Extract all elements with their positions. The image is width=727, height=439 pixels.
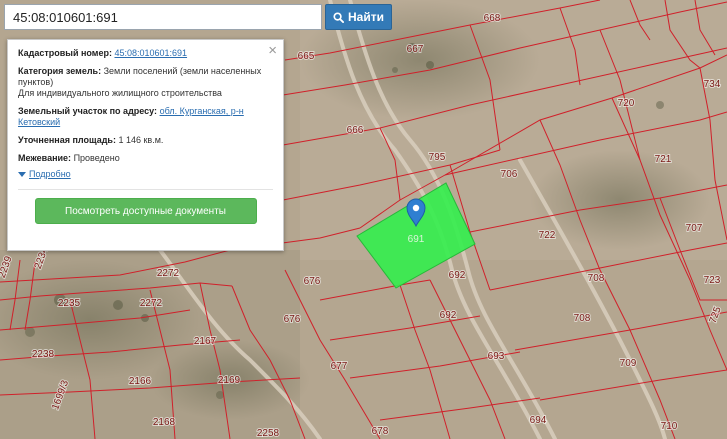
search-input[interactable] [4, 4, 322, 30]
survey-row: Межевание: Проведено [18, 153, 273, 164]
parcel-info-panel: × Кадастровый номер: 45:08:010601:691 Ка… [7, 39, 284, 251]
parcel-number-label: 721 [655, 154, 672, 165]
parcel-number-label: 678 [372, 426, 389, 437]
search-icon [333, 11, 344, 23]
survey-label: Межевание: [18, 153, 72, 163]
view-documents-button[interactable]: Посмотреть доступные документы [34, 198, 257, 224]
parcel-number-label: 2235 [58, 298, 81, 309]
divider [18, 189, 273, 190]
parcel-number-label: 734 [704, 79, 721, 90]
search-button[interactable]: Найти [325, 4, 392, 30]
cadastral-number-link[interactable]: 45:08:010601:691 [114, 48, 187, 58]
category-row: Категория земель: Земли поселений (земли… [18, 66, 273, 99]
parcel-number-label: 666 [347, 125, 364, 136]
details-toggle[interactable]: Подробно [18, 169, 273, 179]
category-label: Категория земель: [18, 66, 102, 76]
details-link[interactable]: Подробно [29, 169, 71, 179]
parcel-number-label: 2238 [32, 349, 55, 360]
parcel-number-label: 706 [501, 169, 518, 180]
parcel-number-label: 2169 [218, 375, 241, 386]
parcel-number-label: 665 [298, 51, 315, 62]
parcel-number-label: 708 [574, 313, 591, 324]
area-value: 1 146 кв.м. [118, 135, 164, 145]
parcel-number-label: 707 [686, 223, 703, 234]
cadastral-label: Кадастровый номер: [18, 48, 112, 58]
chevron-down-icon [18, 171, 26, 177]
parcel-number-label: 668 [484, 13, 501, 24]
parcel-number-label: 2167 [194, 336, 217, 347]
parcel-number-label: 2168 [153, 417, 176, 428]
selected-parcel-label: 691 [408, 234, 425, 245]
parcel-number-label: 2258 [257, 428, 280, 439]
parcel-number-label: 676 [284, 314, 301, 325]
parcel-number-label: 720 [618, 98, 635, 109]
parcel-number-label: 693 [488, 351, 505, 362]
parcel-number-label: 722 [539, 230, 556, 241]
permitted-use-value: Для индивидуального жилищного строительс… [18, 88, 222, 98]
area-label: Уточненная площадь: [18, 135, 116, 145]
close-icon[interactable]: × [268, 43, 277, 58]
address-row: Земельный участок по адресу: обл. Курган… [18, 106, 273, 128]
search-button-label: Найти [348, 10, 384, 24]
parcel-number-label: 708 [588, 273, 605, 284]
parcel-number-label: 692 [449, 270, 466, 281]
address-label: Земельный участок по адресу: [18, 106, 158, 116]
parcel-number-label: 2166 [129, 376, 152, 387]
parcel-number-label: 709 [620, 358, 637, 369]
parcel-number-label: 2272 [157, 268, 180, 279]
parcel-number-label: 723 [704, 275, 721, 286]
parcel-number-label: 2272 [140, 298, 163, 309]
parcel-number-label: 676 [304, 276, 321, 287]
parcel-number-label: 692 [440, 310, 457, 321]
survey-value: Проведено [73, 153, 120, 163]
parcel-number-label: 667 [407, 44, 424, 55]
parcel-number-label: 694 [530, 415, 547, 426]
parcel-number-label: 677 [331, 361, 348, 372]
cadastral-row: Кадастровый номер: 45:08:010601:691 [18, 48, 273, 59]
parcel-number-label: 710 [661, 421, 678, 432]
parcel-number-label: 795 [429, 152, 446, 163]
area-row: Уточненная площадь: 1 146 кв.м. [18, 135, 273, 146]
